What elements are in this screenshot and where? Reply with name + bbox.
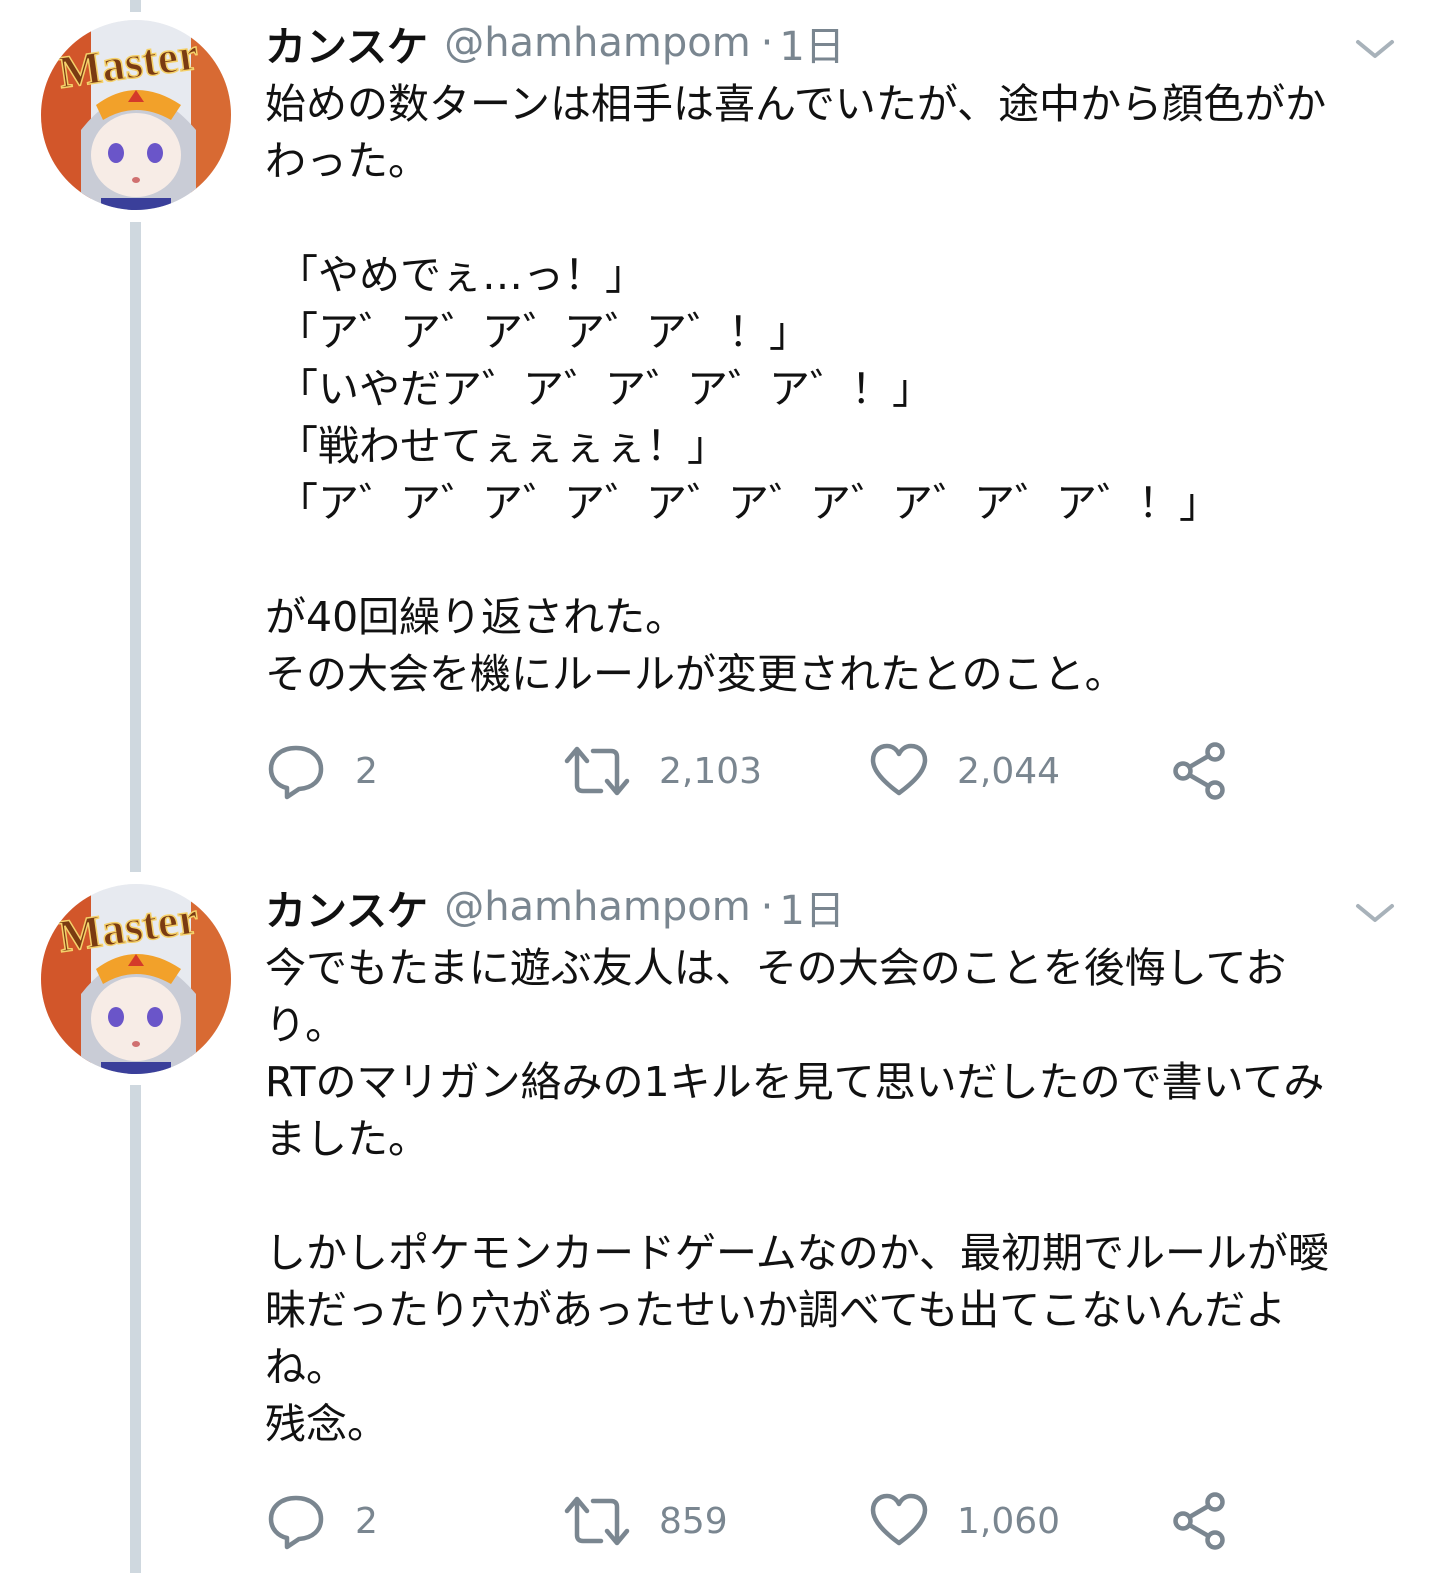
tweet-text-line: 残念。	[265, 1400, 388, 1448]
avatar[interactable]: Master	[41, 884, 231, 1074]
tweet-header: カンスケ @hamhampom · 1日	[265, 13, 845, 73]
tweet-text-line: しかしポケモンカードゲームなのか、最初期でルールが曖	[265, 1229, 1329, 1277]
tweet-text-line: 「ア゛ア゛ア゛ア゛ア゛ア゛ア゛ア゛ア゛ア゛！」	[277, 479, 1220, 527]
like-button[interactable]: 1,060	[869, 1491, 1060, 1551]
reply-button[interactable]: 2	[265, 741, 378, 801]
share-button[interactable]	[1171, 1491, 1229, 1551]
tweet-text-line	[265, 532, 1405, 589]
tweet-text-line	[265, 1168, 1405, 1225]
reply-button[interactable]: 2	[265, 1491, 378, 1551]
tweet[interactable]: Master カンスケ @hamhampom · 1日 今でもたまに遊ぶ友人は、…	[0, 865, 1440, 1573]
tweet-text-line: 今でもたまに遊ぶ友人は、その大会のことを後悔してお	[265, 944, 1287, 992]
share-icon	[1171, 741, 1229, 801]
author-name[interactable]: カンスケ	[265, 877, 428, 937]
avatar-image: Master	[41, 884, 231, 1074]
tweet-text-line: が40回繰り返された。	[265, 593, 687, 641]
tweet-text-line: 昧だったり穴があったせいか調べても出てこないんだよ	[265, 1286, 1287, 1334]
author-handle[interactable]: @hamhampom	[444, 20, 750, 66]
tweet-text-line: わった。	[265, 137, 429, 185]
timestamp[interactable]: 1日	[779, 14, 844, 72]
tweet-text-line: 「いやだア゛ア゛ア゛ア゛ア゛！」	[277, 365, 933, 413]
tweet-text: 今でもたまに遊ぶ友人は、その大会のことを後悔してお り。 RTのマリガン絡みの1…	[265, 940, 1405, 1453]
heart-icon	[869, 741, 929, 801]
timestamp[interactable]: 1日	[779, 878, 844, 936]
share-button[interactable]	[1171, 741, 1229, 801]
tweet-text-line: その大会を機にルールが変更されたとのこと。	[265, 650, 1126, 698]
heart-icon	[869, 1491, 929, 1551]
avatar-image: Master	[41, 20, 231, 210]
tweet-text-line: ね。	[265, 1343, 347, 1391]
tweet-text-line: 始めの数ターンは相手は喜んでいたが、途中から顔色がか	[265, 80, 1327, 128]
tweet-actions: 2 2,103 2,044	[265, 741, 1265, 801]
like-button[interactable]: 2,044	[869, 741, 1060, 801]
retweet-count: 859	[659, 1500, 728, 1542]
tweet-text-line: RTのマリガン絡みの1キルを見て思いだしたので書いてみ	[265, 1058, 1325, 1106]
tweet-text-line: 「戦わせてぇぇぇぇ！」	[277, 422, 728, 470]
tweet-text: 始めの数ターンは相手は喜んでいたが、途中から顔色がか わった。 「やめでぇ…っ！…	[265, 76, 1405, 703]
reply-count: 2	[355, 1500, 378, 1542]
avatar[interactable]: Master	[41, 20, 231, 210]
like-count: 2,044	[957, 750, 1061, 792]
share-icon	[1171, 1491, 1229, 1551]
reply-icon	[265, 741, 327, 801]
tweet-text-line: 「ア゛ア゛ア゛ア゛ア゛！」	[277, 308, 810, 356]
reply-icon	[265, 1491, 327, 1551]
tweet-text-line: り。	[265, 1001, 347, 1049]
reply-count: 2	[355, 750, 378, 792]
tweet-actions: 2 859 1,060	[265, 1491, 1265, 1551]
chevron-down-icon[interactable]	[1352, 32, 1398, 64]
retweet-count: 2,103	[659, 750, 763, 792]
tweet-text-line	[265, 190, 1405, 247]
tweet-header: カンスケ @hamhampom · 1日	[265, 877, 845, 937]
retweet-button[interactable]: 2,103	[563, 741, 762, 801]
meta-separator: ·	[760, 884, 774, 930]
author-name[interactable]: カンスケ	[265, 13, 428, 73]
author-handle[interactable]: @hamhampom	[444, 884, 750, 930]
tweet-text-line: 「やめでぇ…っ！」	[277, 251, 646, 299]
retweet-icon	[563, 741, 631, 801]
meta-separator: ·	[760, 20, 774, 66]
retweet-button[interactable]: 859	[563, 1491, 728, 1551]
like-count: 1,060	[957, 1500, 1061, 1542]
tweet[interactable]: Master カンスケ @hamhampom · 1日 始めの数ターンは相手は喜…	[0, 0, 1440, 860]
tweet-text-line: ました。	[265, 1115, 429, 1163]
retweet-icon	[563, 1491, 631, 1551]
chevron-down-icon[interactable]	[1352, 896, 1398, 928]
